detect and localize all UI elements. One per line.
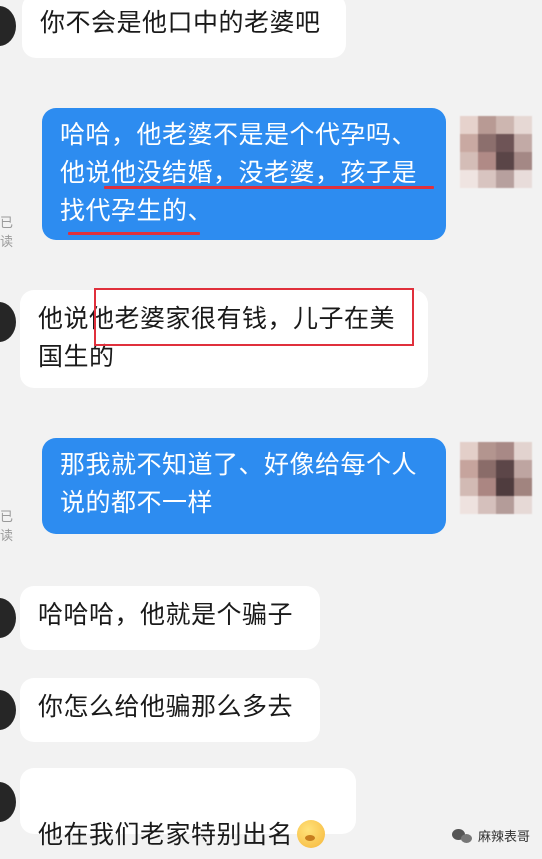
message-bubble[interactable]: 那我就不知道了、好像给每个人 说的都不一样	[42, 438, 446, 534]
message-text: 他在我们老家特别出名	[38, 820, 294, 849]
contact-avatar[interactable]	[0, 598, 16, 638]
message-bubble[interactable]: 你不会是他口中的老婆吧	[22, 0, 346, 58]
contact-avatar[interactable]	[0, 690, 16, 730]
contact-avatar[interactable]	[0, 302, 16, 342]
user-avatar-blurred[interactable]	[460, 442, 532, 514]
message-bubble[interactable]: 哈哈哈，他就是个骗子	[20, 586, 320, 650]
watermark-text: 麻辣表哥	[477, 830, 530, 845]
contact-avatar[interactable]	[0, 6, 16, 46]
message-bubble[interactable]: 哈哈，他老婆不是是个代孕吗、 他说他没结婚，没老婆，孩子是 找代孕生的、	[42, 108, 446, 240]
highlight-underline	[68, 232, 200, 235]
read-receipt: 已读	[0, 510, 14, 544]
user-avatar-blurred[interactable]	[460, 116, 532, 188]
contact-avatar[interactable]	[0, 782, 16, 822]
watermark: 麻辣表哥	[451, 826, 530, 845]
highlight-box	[94, 288, 414, 346]
highlight-underline	[104, 186, 434, 189]
message-bubble[interactable]: 他在我们老家特别出名	[20, 768, 356, 849]
wechat-icon	[451, 827, 474, 845]
thinking-emoji-icon	[297, 820, 326, 848]
read-receipt: 已读	[0, 216, 14, 250]
message-bubble[interactable]: 你怎么给他骗那么多去	[20, 678, 320, 742]
